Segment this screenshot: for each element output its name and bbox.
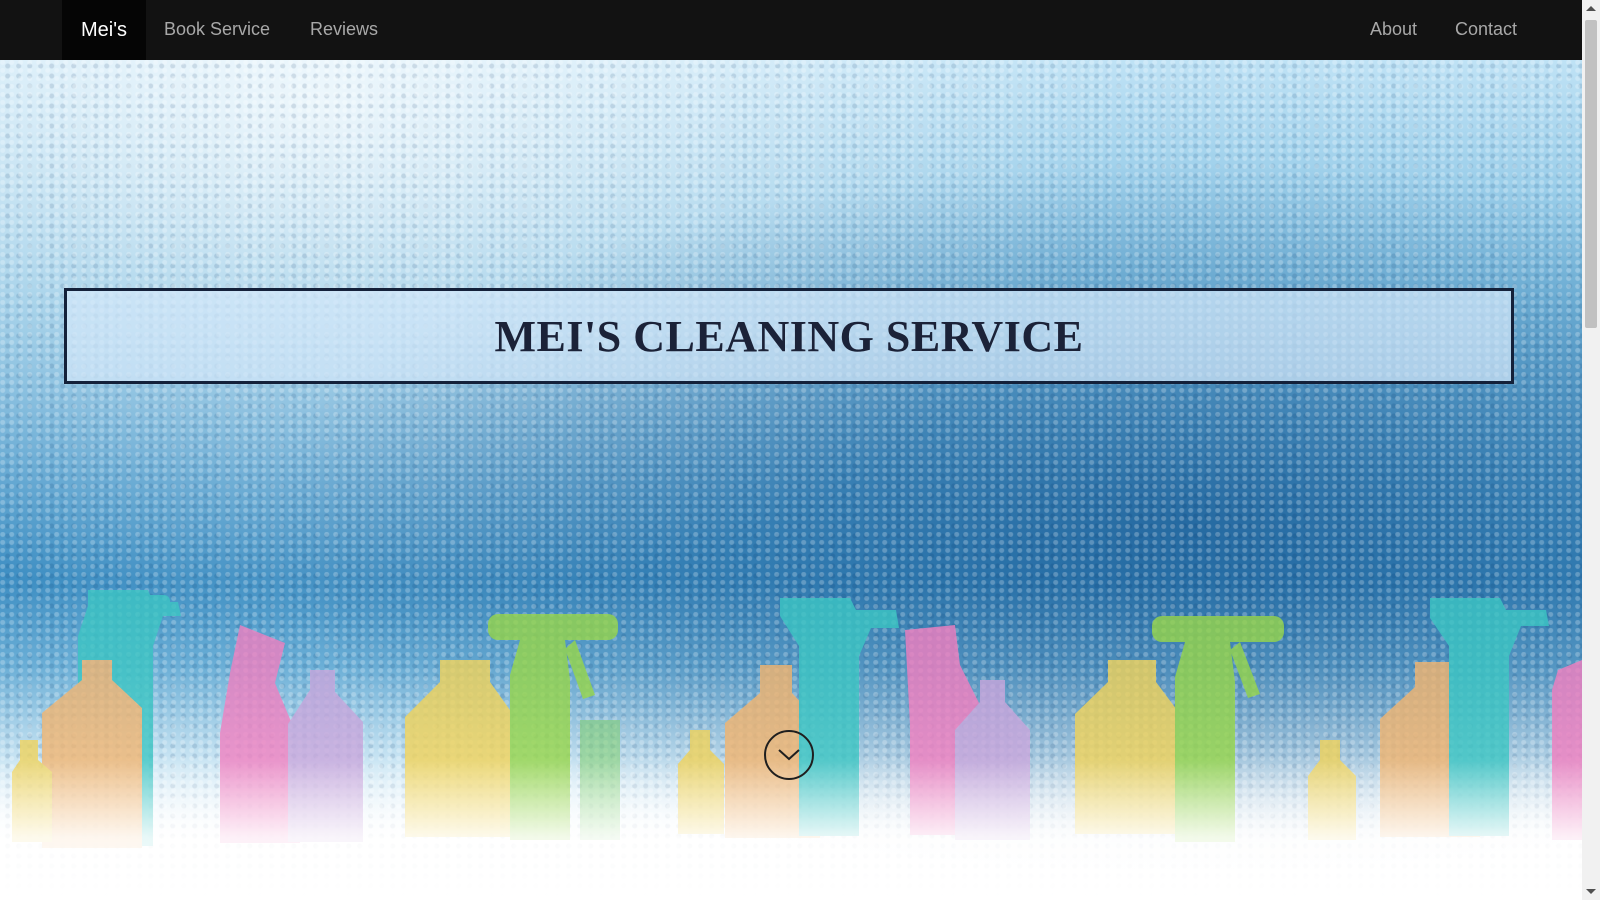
brand-link[interactable]: Mei's — [62, 0, 146, 60]
scroll-up-arrow-icon[interactable] — [1586, 6, 1596, 11]
nav-link-contact[interactable]: Contact — [1455, 0, 1517, 60]
hero-title: MEI'S CLEANING SERVICE — [494, 311, 1084, 361]
chevron-down-icon — [778, 749, 800, 761]
nav-link-reviews[interactable]: Reviews — [310, 0, 378, 60]
scrollbar-thumb[interactable] — [1585, 20, 1597, 328]
nav-link-book-service[interactable]: Book Service — [164, 0, 270, 60]
navbar: Mei's Book Service Reviews About Contact — [0, 0, 1582, 60]
brand-label: Mei's — [80, 18, 128, 41]
page-scrollbar[interactable] — [1582, 0, 1600, 900]
hero-bottom-fade — [0, 760, 1582, 900]
nav-link-about[interactable]: About — [1370, 0, 1417, 60]
hero-section: MEI'S CLEANING SERVICE — [0, 60, 1582, 900]
scroll-down-button[interactable] — [764, 730, 814, 780]
hero-title-box: MEI'S CLEANING SERVICE — [64, 288, 1514, 384]
scroll-down-arrow-icon[interactable] — [1586, 889, 1596, 894]
